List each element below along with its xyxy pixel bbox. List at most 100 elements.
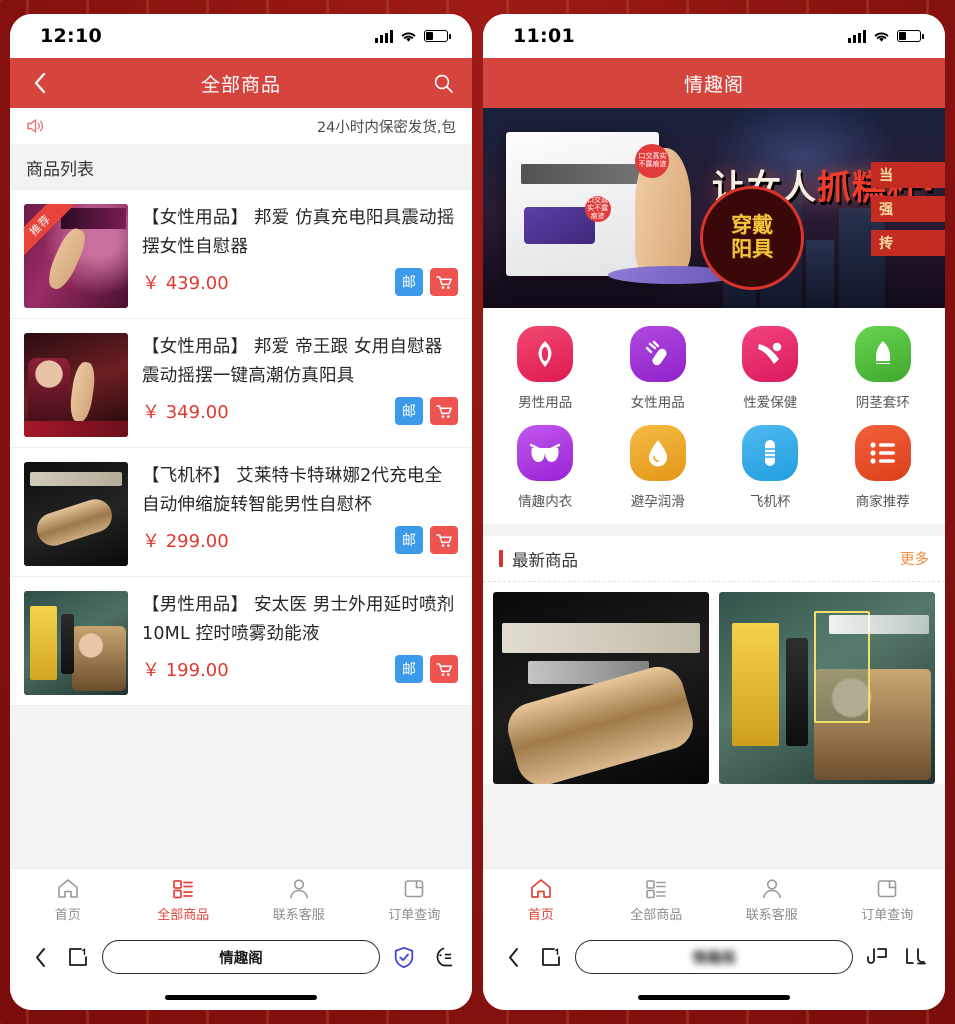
category-item-ring[interactable]: 阴茎套环: [827, 326, 940, 411]
category-label: 性爱保健: [743, 395, 798, 411]
signal-icon: [848, 29, 866, 43]
url-text: 情趣阁: [219, 950, 263, 967]
chevron-left-icon[interactable]: [26, 943, 54, 971]
tab-home[interactable]: 首页: [483, 877, 599, 923]
category-label: 飞机杯: [750, 494, 791, 510]
product-row[interactable]: 【男性用品】 安太医 男士外用延时喷剂10ML 控时喷雾劲能液 ￥ 199.00…: [10, 577, 472, 706]
list-icon: [854, 425, 911, 481]
status-time: 11:01: [513, 25, 575, 47]
tab-order-query[interactable]: 订单查询: [357, 877, 473, 923]
product-row[interactable]: 【女性用品】 邦爱 帝王跟 女用自慰器震动摇摆一键高潮仿真阳具 ￥ 349.00…: [10, 319, 472, 448]
shipping-button[interactable]: 邮: [395, 268, 423, 296]
category-item-lingerie[interactable]: 情趣内衣: [489, 425, 602, 510]
section-title-product-list: 商品列表: [10, 144, 472, 190]
home-indicator: [10, 984, 472, 1010]
tab-count-icon[interactable]: [537, 943, 565, 971]
side-label: 当: [871, 162, 945, 188]
health-icon: [742, 326, 799, 382]
announcement-bar[interactable]: 24小时内保密发货,包: [10, 108, 472, 144]
search-icon[interactable]: [430, 70, 456, 96]
wifi-icon: [874, 31, 889, 42]
promo-banner[interactable]: 口交真实不露痕迹 口交真实不露痕迹 让女人抓糕杆· 穿戴 阳具 当 强 抟: [483, 108, 945, 308]
phone-screen-left: 12:10 全部商品 24小时内保密发货,包 商品列表 推荐 【女性用品】 邦爱…: [10, 14, 472, 1010]
drop-icon: [629, 425, 686, 481]
tab-count-icon[interactable]: [64, 943, 92, 971]
shipping-button[interactable]: 邮: [395, 526, 423, 554]
category-label: 商家推荐: [855, 494, 910, 510]
category-item-health[interactable]: 性爱保健: [714, 326, 827, 411]
more-link[interactable]: 更多: [900, 548, 929, 569]
product-thumbnail[interactable]: 推荐: [24, 204, 128, 308]
announcement-text: 24小时内保密发货,包: [316, 119, 456, 136]
product-title: 【飞机杯】 艾莱特卡特琳娜2代充电全自动伸缩旋转智能男性自慰杯: [142, 466, 443, 515]
page-title: 情趣阁: [683, 73, 744, 96]
shield-check-icon[interactable]: [390, 943, 418, 971]
banner-side-labels: 当 强 抟: [871, 162, 945, 256]
url-bar[interactable]: 情趣阁: [575, 940, 853, 974]
product-card[interactable]: [493, 592, 709, 784]
vulva-icon: [517, 326, 574, 382]
tab-label: 全部商品: [157, 907, 210, 923]
product-price: ￥ 299.00: [142, 531, 229, 552]
product-row[interactable]: 【飞机杯】 艾莱特卡特琳娜2代充电全自动伸缩旋转智能男性自慰杯 ￥ 299.00…: [10, 448, 472, 577]
bracket-right-icon[interactable]: [901, 943, 929, 971]
shipping-button[interactable]: 邮: [395, 397, 423, 425]
tab-customer-service[interactable]: 联系客服: [241, 877, 357, 923]
section-marker: [499, 550, 503, 567]
category-label: 女性用品: [630, 395, 685, 411]
signal-icon: [375, 29, 393, 43]
category-item-lubricant[interactable]: 避孕润滑: [602, 425, 715, 510]
status-indicators: [375, 29, 451, 43]
chevron-left-icon[interactable]: [499, 943, 527, 971]
bracket-left-icon[interactable]: [863, 943, 891, 971]
category-item-cup[interactable]: 飞机杯: [714, 425, 827, 510]
tab-label: 订单查询: [388, 907, 441, 923]
category-label: 阴茎套环: [855, 395, 910, 411]
app-header-right: 情趣阁: [483, 58, 945, 108]
cart-icon[interactable]: [430, 655, 458, 683]
vibrator-icon: [629, 326, 686, 382]
face-scan-icon[interactable]: [428, 943, 456, 971]
category-label: 避孕润滑: [630, 494, 685, 510]
cup-icon: [742, 425, 799, 481]
category-item-merchant[interactable]: 商家推荐: [827, 425, 940, 510]
product-thumbnail[interactable]: [24, 333, 128, 437]
bottom-tabbar: 首页 全部商品 联系客服 订单查询: [10, 868, 472, 930]
product-card[interactable]: [719, 592, 935, 784]
tab-all-products[interactable]: 全部商品: [599, 877, 715, 923]
tab-all-products[interactable]: 全部商品: [126, 877, 242, 923]
tab-order-query[interactable]: 订单查询: [830, 877, 946, 923]
product-thumbnail[interactable]: [24, 462, 128, 566]
tab-home[interactable]: 首页: [10, 877, 126, 923]
battery-icon: [424, 30, 451, 42]
tab-label: 订单查询: [861, 907, 914, 923]
home-scroll[interactable]: 口交真实不露痕迹 口交真实不露痕迹 让女人抓糕杆· 穿戴 阳具 当 强 抟 男性…: [483, 108, 945, 868]
url-bar[interactable]: 情趣阁: [102, 940, 380, 974]
side-label: 抟: [871, 230, 945, 256]
cart-icon[interactable]: [430, 526, 458, 554]
product-list-scroll[interactable]: 商品列表 推荐 【女性用品】 邦爱 仿真充电阳具震动摇摆女性自慰器 ￥ 439.…: [10, 144, 472, 868]
tab-label: 联系客服: [745, 907, 798, 923]
cart-icon[interactable]: [430, 268, 458, 296]
shipping-button[interactable]: 邮: [395, 655, 423, 683]
category-item-male[interactable]: 男性用品: [489, 326, 602, 411]
bottom-tabbar: 首页 全部商品 联系客服 订单查询: [483, 868, 945, 930]
latest-product-cards: [483, 582, 945, 784]
product-row[interactable]: 推荐 【女性用品】 邦爱 仿真充电阳具震动摇摆女性自慰器 ￥ 439.00 邮: [10, 190, 472, 319]
cart-icon[interactable]: [430, 397, 458, 425]
back-button[interactable]: [26, 70, 52, 96]
phone-screen-right: 11:01 情趣阁 口交真实不露痕迹 口交真实不露痕迹 抓糕杆· 穿戴 阳具 当…: [483, 14, 945, 1010]
status-bar: 11:01: [483, 14, 945, 58]
category-label: 情趣内衣: [518, 494, 573, 510]
banner-circle-label: 穿戴 阳具: [700, 186, 805, 290]
product-thumbnail[interactable]: [24, 591, 128, 695]
product-title: 【女性用品】 邦爱 仿真充电阳具震动摇摆女性自慰器: [142, 208, 455, 257]
circle-line-2: 阳具: [731, 237, 774, 261]
product-price: ￥ 199.00: [142, 660, 229, 681]
app-header-left: 全部商品: [10, 58, 472, 108]
category-item-female[interactable]: 女性用品: [602, 326, 715, 411]
section-divider: [483, 524, 945, 536]
status-indicators: [848, 29, 924, 43]
tab-customer-service[interactable]: 联系客服: [714, 877, 830, 923]
speaker-icon: [27, 119, 43, 133]
